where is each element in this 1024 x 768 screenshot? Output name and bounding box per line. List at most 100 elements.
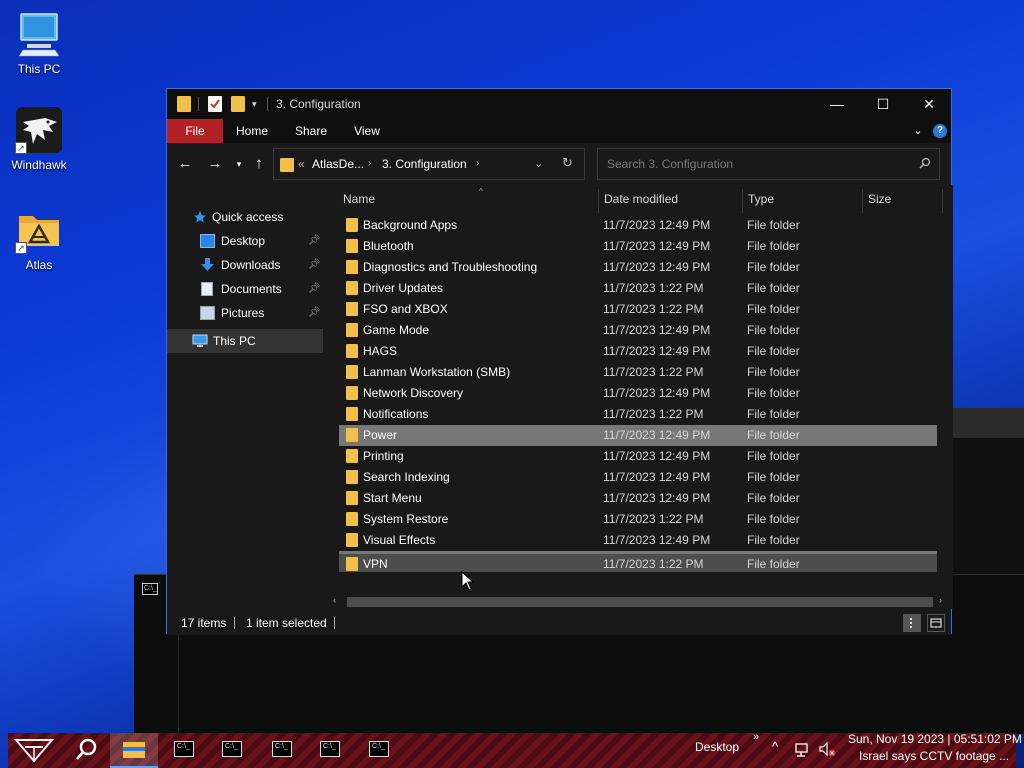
help-button[interactable]: ? [933, 124, 947, 138]
desktop-icon-atlas[interactable]: ↗ Atlas [4, 206, 74, 272]
table-row[interactable]: FSO and XBOX 11/7/2023 1:22 PM File folder [339, 299, 937, 320]
sidebar-item-pictures[interactable]: Pictures 📌︎ [200, 301, 325, 325]
sidebar-item-quick-access[interactable]: Quick access [193, 205, 323, 229]
column-header-type[interactable]: Type [748, 185, 860, 213]
taskbar-console-4[interactable]: C:\_ [305, 733, 353, 768]
documents-icon [201, 282, 213, 296]
address-bar[interactable]: « AtlasDe... › 3. Configuration › ⌄ ↻ [273, 148, 585, 180]
row-date-modified: 11/7/2023 12:49 PM [603, 239, 711, 253]
column-divider[interactable] [942, 189, 943, 213]
column-header-size[interactable]: Size [868, 185, 938, 213]
sidebar-item-desktop[interactable]: Desktop 📌︎ [200, 229, 325, 253]
breadcrumb-current[interactable]: 3. Configuration [382, 157, 467, 171]
large-icons-view-icon[interactable] [927, 614, 945, 632]
taskbar-console-2[interactable]: C:\_ [207, 733, 255, 768]
table-row[interactable]: Search Indexing 11/7/2023 12:49 PM File fo… [339, 467, 937, 488]
table-row[interactable]: Notifications 11/7/2023 1:22 PM File folde… [339, 404, 937, 425]
new-folder-icon[interactable] [231, 96, 245, 112]
recent-locations-icon[interactable]: ▾ [229, 154, 249, 174]
scroll-left-icon[interactable]: ‹ [333, 595, 336, 605]
taskbar-console-1[interactable]: C:\_ [159, 733, 207, 768]
breadcrumb-parent[interactable]: AtlasDe... [312, 157, 364, 171]
row-name: Notifications [363, 407, 429, 421]
sidebar-item-downloads[interactable]: Downloads 📌︎ [200, 253, 325, 277]
table-row[interactable]: Driver Updates 11/7/2023 1:22 PM File fold… [339, 278, 937, 299]
desktop-icon-windhawk[interactable]: ↗ Windhawk [4, 106, 74, 172]
folder-icon [346, 386, 358, 400]
column-header-name[interactable]: ^ Name [343, 185, 583, 213]
refresh-icon[interactable]: ↻ [562, 155, 573, 171]
horizontal-scrollbar[interactable]: ‹ › [327, 595, 953, 609]
properties-icon[interactable] [208, 96, 222, 112]
forward-button[interactable]: → [205, 154, 225, 174]
column-divider[interactable] [598, 189, 599, 213]
table-row[interactable]: Printing 11/7/2023 12:49 PM File folder [339, 446, 937, 467]
volume-muted-icon[interactable] [818, 742, 836, 758]
breadcrumb-overflow[interactable]: « [298, 157, 305, 171]
scrollbar-thumb[interactable] [347, 597, 933, 607]
search-box[interactable]: Search 3. Configuration [597, 148, 940, 180]
folder-icon [346, 218, 358, 232]
start-button[interactable] [8, 733, 60, 768]
toolbar-overflow-icon[interactable]: » [753, 731, 759, 743]
tab-file[interactable]: File [167, 119, 223, 143]
table-row[interactable]: Diagnostics and Troubleshooting 11/7/2023… [339, 257, 937, 278]
close-button[interactable]: ✕ [906, 89, 952, 119]
address-dropdown-icon[interactable]: ⌄ [534, 157, 543, 170]
taskbar-file-explorer[interactable] [110, 733, 158, 768]
desktop-icon-label: Atlas [25, 258, 53, 272]
clock-datetime[interactable]: Sun, Nov 19 2023 | 05:51:02 PM [848, 732, 1022, 746]
table-row[interactable]: Bluetooth 11/7/2023 12:49 PM File folder [339, 236, 937, 257]
details-view-icon[interactable] [903, 614, 921, 632]
news-ticker[interactable]: Israel says CCTV footage ... [859, 749, 1009, 763]
window-title: 3. Configuration [276, 97, 361, 111]
row-date-modified: 11/7/2023 12:49 PM [603, 260, 711, 274]
tab-view[interactable]: View [345, 119, 389, 143]
row-date-modified: 11/7/2023 12:49 PM [603, 386, 711, 400]
table-row[interactable]: System Restore 11/7/2023 1:22 PM File fold… [339, 509, 937, 530]
maximize-button[interactable]: ☐ [860, 89, 906, 119]
tab-share[interactable]: Share [287, 119, 335, 143]
table-row[interactable]: Network Discovery 11/7/2023 12:49 PM File … [339, 383, 937, 404]
table-row[interactable]: Lanman Workstation (SMB) 11/7/2023 1:22 P… [339, 362, 937, 383]
quick-access-dropdown-icon[interactable]: ▾ [252, 96, 266, 112]
table-row[interactable]: Game Mode 11/7/2023 12:49 PM File folder [339, 320, 937, 341]
table-row[interactable]: Background Apps 11/7/2023 12:49 PM File fo… [339, 215, 937, 236]
sidebar-item-documents[interactable]: Documents 📌︎ [200, 277, 325, 301]
tab-home[interactable]: Home [229, 119, 275, 143]
console-divider [178, 635, 179, 735]
desktop-icon-this-pc[interactable]: This PC [4, 10, 74, 76]
atlas-start-icon [13, 739, 55, 763]
table-row[interactable]: Visual Effects 11/7/2023 12:49 PM File fol… [339, 530, 937, 551]
title-bar[interactable]: ▾ 3. Configuration — ☐ ✕ [167, 89, 951, 119]
column-divider[interactable] [862, 189, 863, 213]
scroll-right-icon[interactable]: › [939, 595, 942, 605]
sidebar-item-this-pc[interactable]: This PC [167, 329, 323, 353]
back-button[interactable]: ← [175, 154, 195, 174]
desktop-toolbar-label[interactable]: Desktop [695, 740, 739, 754]
column-divider[interactable] [742, 189, 743, 213]
sort-ascending-icon: ^ [479, 187, 483, 196]
desktop-icon [200, 234, 215, 248]
navigation-pane: Quick access Desktop 📌︎ Downloads 📌︎ Doc… [167, 185, 325, 605]
network-icon[interactable] [794, 742, 812, 758]
ribbon-expand-icon[interactable]: ⌄ [911, 119, 925, 143]
selection-count: 1 item selected [246, 616, 327, 630]
table-row[interactable]: Power 11/7/2023 12:49 PM File folder [339, 425, 937, 446]
sidebar-item-label: This PC [213, 334, 256, 348]
column-header-date[interactable]: Date modified [604, 185, 740, 213]
taskbar-console-5[interactable]: C:\_ [354, 733, 402, 768]
up-button[interactable]: ↑ [249, 154, 269, 174]
status-divider [334, 617, 335, 629]
show-hidden-icons-button[interactable]: ^ [772, 739, 778, 754]
table-row[interactable]: HAGS 11/7/2023 12:49 PM File folder [339, 341, 937, 362]
row-name: Bluetooth [363, 239, 414, 253]
background-window-titlebar [952, 408, 1024, 438]
row-name: Background Apps [363, 218, 458, 232]
table-row[interactable]: VPN 11/7/2023 1:22 PM File folder [339, 551, 937, 572]
table-row[interactable]: Start Menu 11/7/2023 12:49 PM File folder [339, 488, 937, 509]
row-type: File folder [747, 386, 800, 400]
taskbar-console-3[interactable]: C:\_ [257, 733, 305, 768]
search-button[interactable] [62, 733, 110, 768]
minimize-button[interactable]: — [814, 89, 860, 119]
